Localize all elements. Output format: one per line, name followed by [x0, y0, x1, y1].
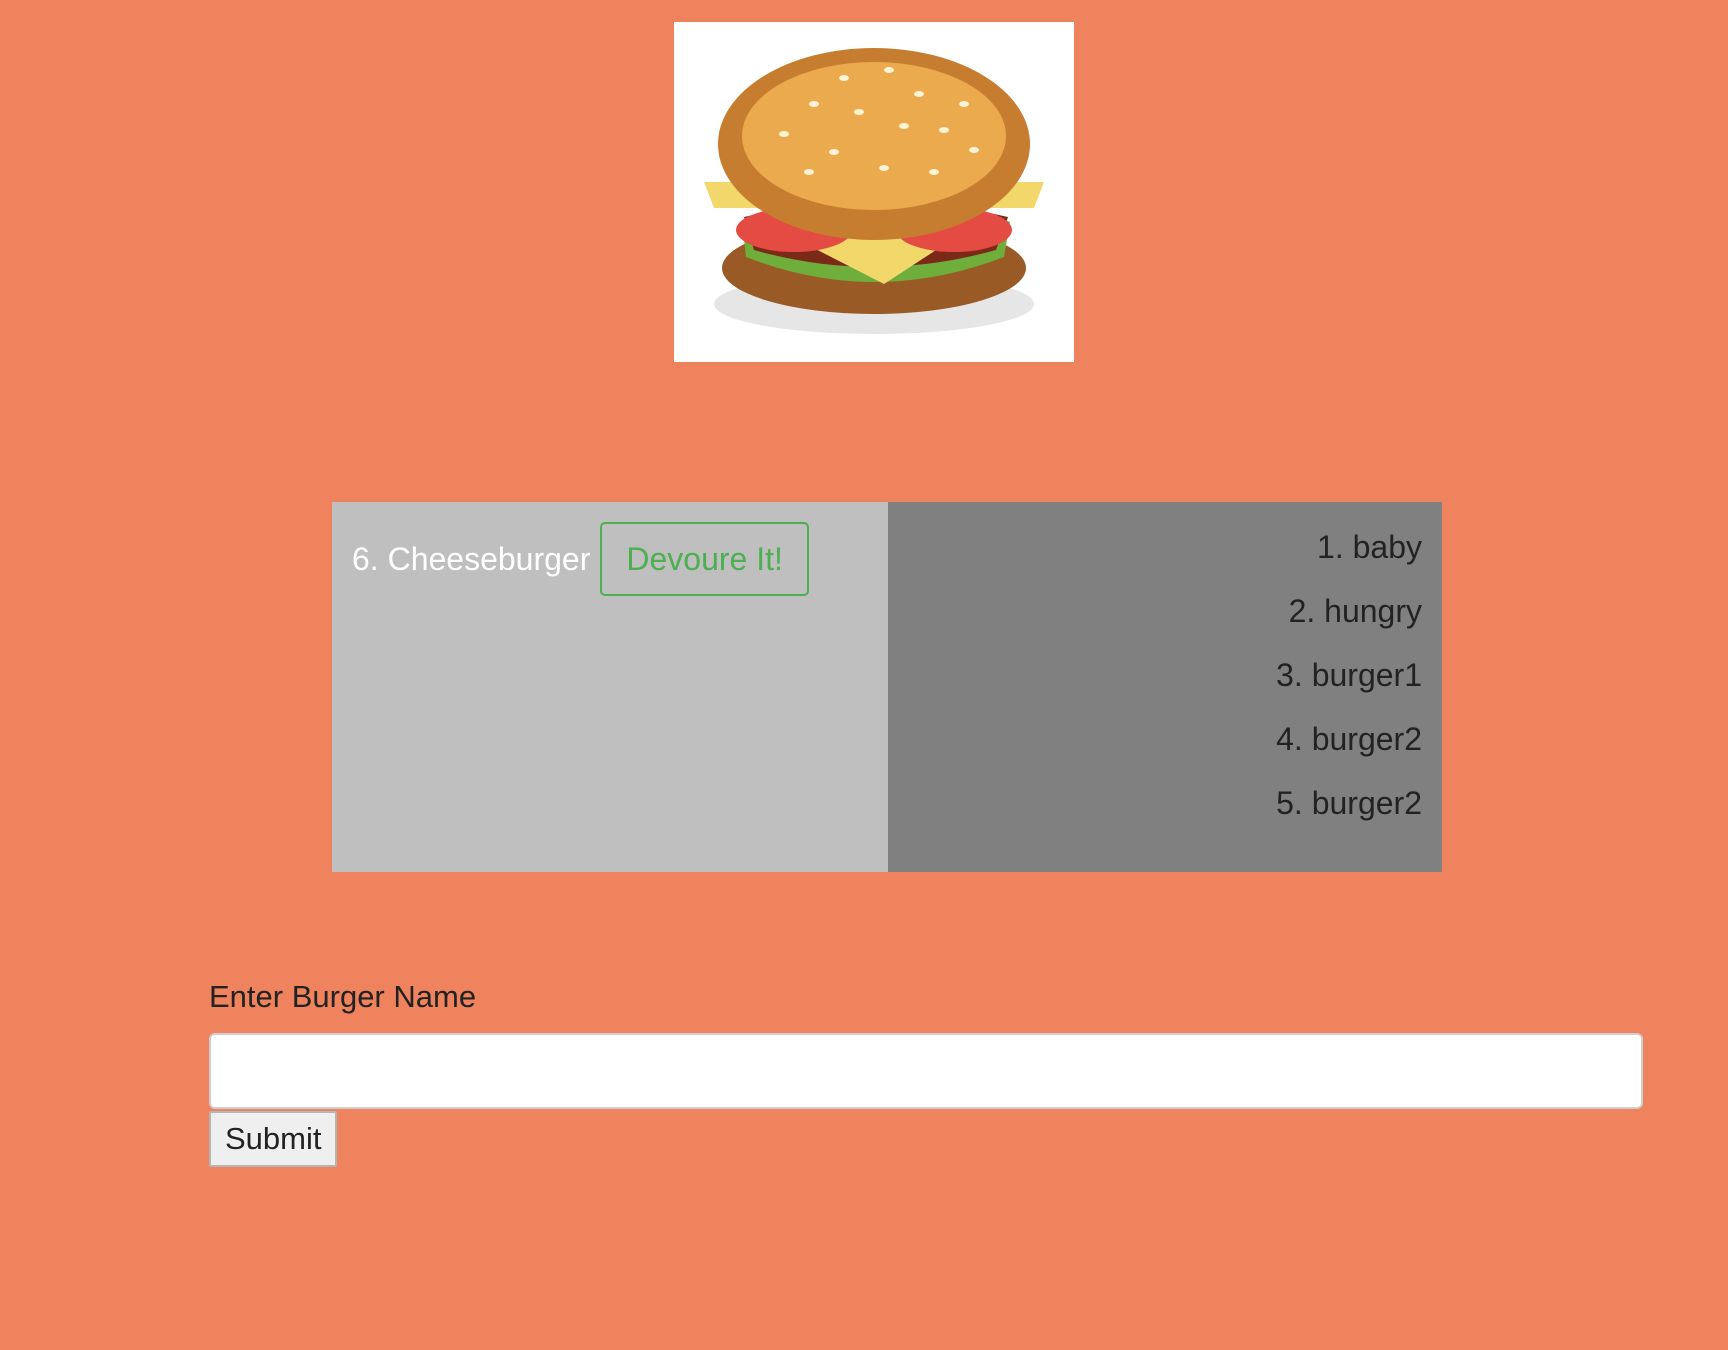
burger-panels: 6. Cheeseburger Devoure It! 1. baby 2. h… [332, 502, 1442, 872]
burger-name-input[interactable] [209, 1033, 1643, 1109]
devoured-burgers-panel: 1. baby 2. hungry 3. burger1 4. burger2 … [888, 502, 1442, 872]
uneaten-burger-item: 6. Cheeseburger Devoure It! [352, 522, 809, 596]
devoured-burger-item: 3. burger1 [1276, 657, 1422, 693]
burger-icon [704, 48, 1044, 334]
uneaten-burgers-panel: 6. Cheeseburger Devoure It! [332, 502, 888, 872]
devoured-burger-item: 5. burger2 [1276, 785, 1422, 821]
burger-logo [674, 22, 1074, 362]
devoured-burger-item: 1. baby [1317, 529, 1422, 565]
uneaten-burger-name: 6. Cheeseburger [352, 541, 591, 577]
submit-button[interactable]: Submit [209, 1111, 338, 1167]
devoured-burger-item: 2. hungry [1288, 593, 1422, 629]
devoured-burgers-list: 1. baby 2. hungry 3. burger1 4. burger2 … [888, 502, 1442, 822]
devoured-burger-item: 4. burger2 [1276, 721, 1422, 757]
add-burger-form: Enter Burger Name Submit [209, 975, 1643, 1167]
burger-name-label: Enter Burger Name [209, 979, 477, 1014]
devour-button[interactable]: Devoure It! [600, 522, 809, 596]
